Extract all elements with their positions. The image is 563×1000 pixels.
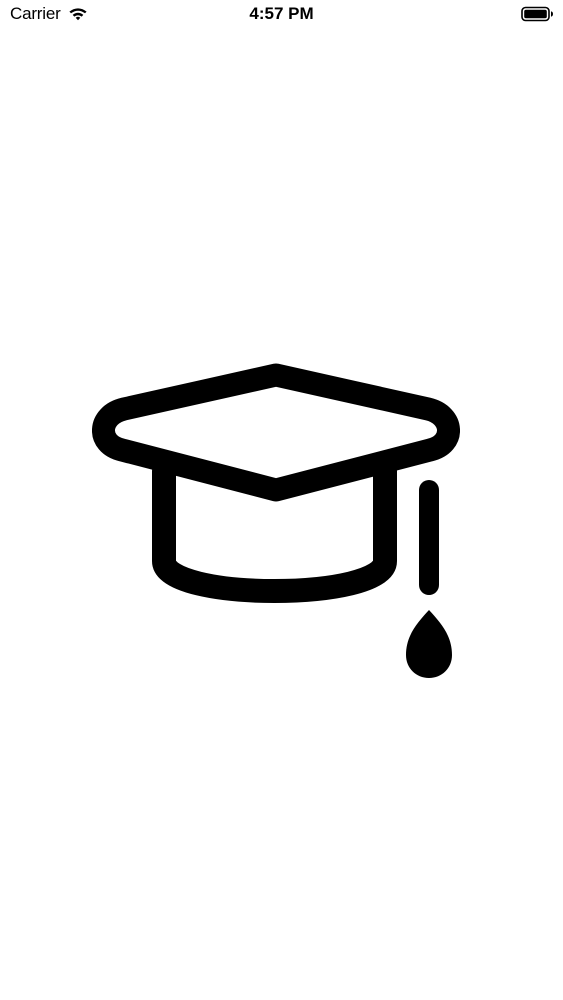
main-content [0, 30, 563, 1000]
graduation-cap-icon [92, 363, 460, 678]
battery-icon [521, 6, 553, 22]
status-bar: Carrier 4:57 PM [0, 0, 563, 30]
status-time: 4:57 PM [249, 4, 314, 23]
